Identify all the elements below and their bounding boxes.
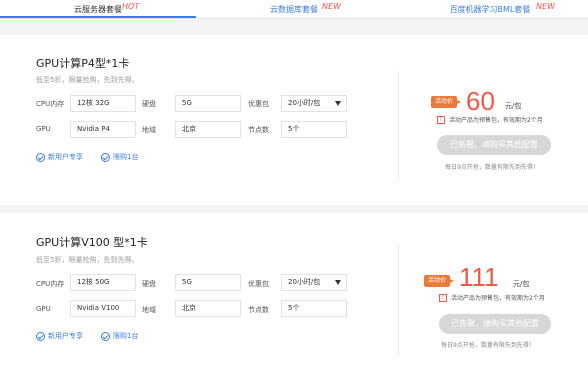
nodes-field[interactable]: 5个 — [281, 300, 347, 317]
gpu-label: GPU — [36, 125, 51, 133]
package-select[interactable]: 20小时/包 — [281, 274, 347, 291]
package-card-v100: GPU计算V100 型*1卡 低至5折，限量抢购，先到先得。 CPU内存 12核… — [0, 213, 588, 367]
package-tabs: 云服务器套餐 HOT 云数据库套餐 NEW 百度机器学习BML套餐 NEW — [0, 0, 588, 19]
perk-label: 新用户专享 — [48, 153, 83, 161]
package-label: 优惠包 — [248, 100, 269, 108]
package-select-value: 20小时/包 — [288, 99, 321, 107]
package-label: 优惠包 — [248, 280, 269, 288]
perk-new-user: 新用户专享 — [36, 152, 83, 162]
perk-label: 限购1台 — [113, 153, 139, 161]
sold-out-button[interactable]: 已售罄，请购买其他配置 — [439, 314, 551, 334]
caret-down-icon — [335, 101, 341, 106]
tab-label: 云数据库套餐 — [270, 5, 318, 14]
new-badge: NEW — [536, 2, 555, 11]
divider — [398, 245, 399, 355]
cpu-label: CPU内存 — [36, 280, 65, 288]
region-label: 地域 — [142, 126, 156, 134]
hot-badge: HOT — [122, 2, 140, 11]
tab-bml[interactable]: 百度机器学习BML套餐 NEW — [392, 0, 588, 18]
price-unit: 元/包 — [513, 280, 530, 288]
package-select[interactable]: 20小时/包 — [281, 95, 347, 112]
check-circle-icon — [101, 152, 110, 162]
presale-note-text: 活动产品为预售包，有效期为2个月 — [449, 117, 543, 124]
promo-tag: 活动价 — [431, 96, 462, 108]
perk-label: 新用户专享 — [48, 332, 83, 340]
perk-limit: 限购1台 — [101, 152, 138, 162]
region-label: 地域 — [142, 306, 156, 314]
disk-label: 硬盘 — [142, 100, 156, 108]
card-subtitle: 低至5折，限量抢购，先到先得。 — [36, 76, 139, 84]
package-select-value: 20小时/包 — [288, 278, 321, 286]
perk-new-user: 新用户专享 — [36, 331, 83, 341]
perk-label: 限购1台 — [113, 332, 139, 340]
card-title: GPU计算V100 型*1卡 — [36, 236, 148, 249]
caret-down-icon — [335, 280, 341, 285]
price-unit: 元/包 — [505, 102, 522, 110]
warning-icon: ! — [439, 293, 447, 302]
tab-label: 云服务器套餐 — [74, 5, 122, 14]
gpu-field[interactable]: Nvidia V100 — [70, 300, 136, 317]
disk-field[interactable]: 5G — [175, 274, 241, 291]
price: 111 — [459, 262, 499, 292]
presale-note: ! 活动产品为预售包，有效期为2个月 — [439, 293, 545, 302]
promo-tag: 活动价 — [424, 275, 455, 287]
check-circle-icon — [36, 152, 45, 162]
tab-label: 百度机器学习BML套餐 — [449, 5, 531, 14]
check-circle-icon — [101, 331, 110, 341]
presale-note: ! 活动产品为预售包，有效期为2个月 — [437, 115, 543, 124]
card-title: GPU计算P4型*1卡 — [36, 57, 130, 70]
presale-note-text: 活动产品为预售包，有效期为2个月 — [451, 295, 545, 302]
warning-icon: ! — [437, 115, 445, 124]
package-card-p4: GPU计算P4型*1卡 低至5折，限量抢购，先到先得。 CPU内存 12核 32… — [0, 35, 588, 205]
region-field[interactable]: 北京 — [175, 121, 241, 138]
tab-cloud-server[interactable]: 云服务器套餐 HOT — [0, 0, 196, 18]
page: 云服务器套餐 HOT 云数据库套餐 NEW 百度机器学习BML套餐 NEW GP… — [0, 0, 588, 367]
footer-note: 每日9点开抢，数量有限先到先得！ — [441, 342, 535, 349]
disk-label: 硬盘 — [142, 280, 156, 288]
divider — [398, 70, 399, 180]
disk-field[interactable]: 5G — [175, 95, 241, 112]
gpu-label: GPU — [36, 305, 51, 313]
cpu-label: CPU内存 — [36, 100, 65, 108]
perk-limit: 限购1台 — [101, 331, 138, 341]
tab-cloud-database[interactable]: 云数据库套餐 NEW — [196, 0, 392, 18]
price: 60 — [466, 86, 495, 116]
card-subtitle: 低至5折，限量抢购，先到先得。 — [36, 256, 139, 264]
region-field[interactable]: 北京 — [175, 300, 241, 317]
footer-note: 每日9点开抢，数量有限先到先得！ — [445, 164, 539, 171]
gpu-field[interactable]: Nvidia P4 — [70, 121, 136, 138]
sold-out-button[interactable]: 已售罄，请购买其他配置 — [437, 135, 551, 155]
check-circle-icon — [36, 331, 45, 341]
cpu-memory-field[interactable]: 12核 32G — [70, 95, 136, 112]
nodes-label: 节点数 — [248, 306, 269, 314]
cpu-memory-field[interactable]: 12核 50G — [70, 274, 136, 291]
nodes-field[interactable]: 5个 — [281, 121, 347, 138]
new-badge: NEW — [322, 2, 341, 11]
nodes-label: 节点数 — [248, 126, 269, 134]
